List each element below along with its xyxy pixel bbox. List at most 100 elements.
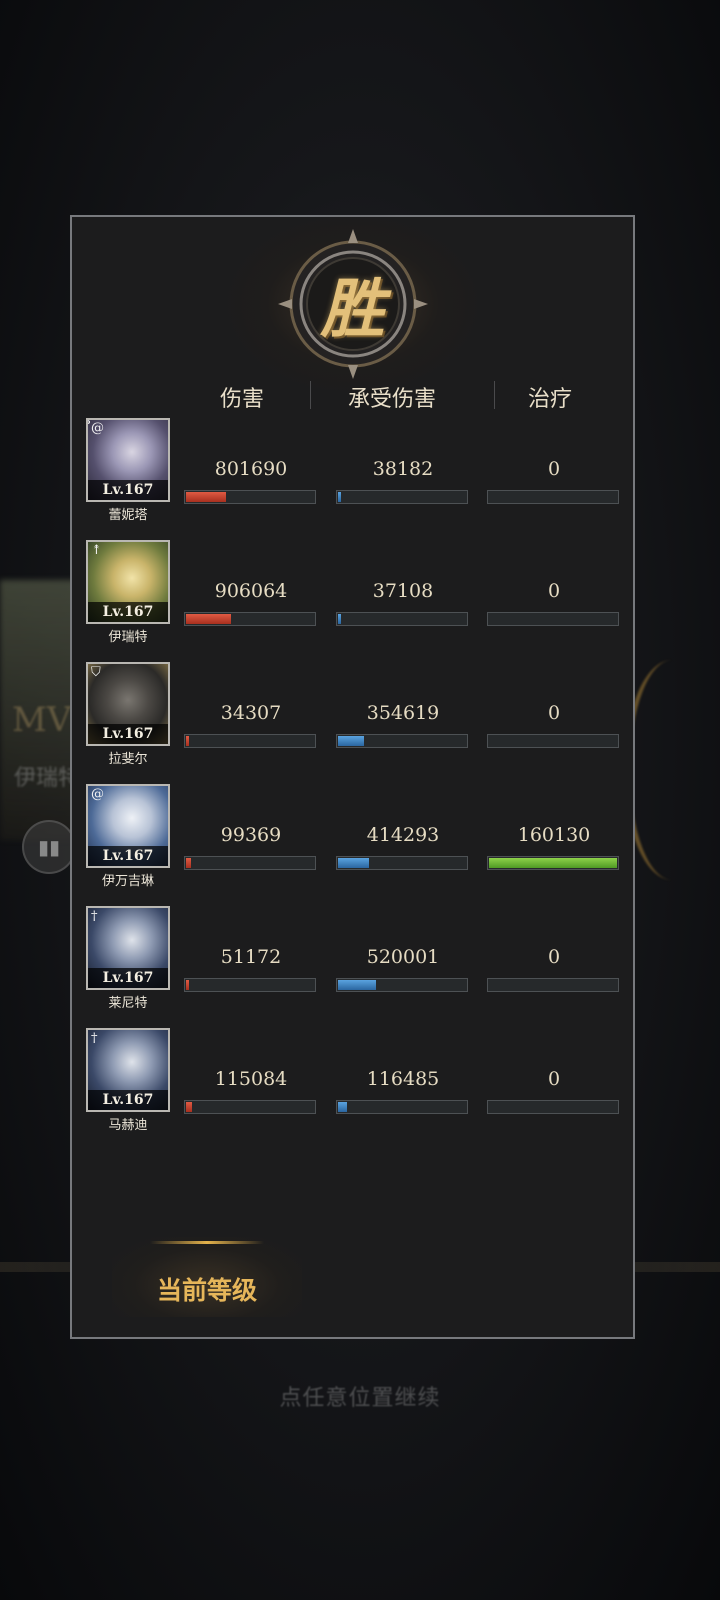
damage-taken-bar [336,856,468,870]
cross-class-icon: † [91,909,98,924]
cross-class-icon: † [91,1031,98,1046]
hero-stat-row[interactable]: ⛉ Lv.167 拉斐尔 34307 354619 0 [86,662,626,780]
damage-taken-bar-fill [338,736,364,746]
healing-bar-fill [489,858,617,868]
healing-value: 0 [547,702,561,724]
tab-active-indicator [150,1241,264,1244]
damage-bar [184,490,316,504]
hero-level: Lv.167 [88,1090,168,1110]
healing-bar [487,978,619,992]
damage-taken-value: 354619 [366,702,440,724]
hero-level: Lv.167 [88,968,168,988]
hero-stat-row[interactable]: @ Lv.167 伊万吉琳 99369 414293 160130 [86,784,626,902]
damage-taken-bar [336,490,468,504]
damage-taken-bar-fill [338,492,341,502]
hero-level: Lv.167 [88,480,168,500]
healing-cell: 0 [487,702,621,750]
damage-cell: 906064 [184,580,318,628]
hero-level: Lv.167 [88,724,168,744]
damage-bar [184,612,316,626]
hero-portrait[interactable]: @ Lv.167 [86,784,170,868]
damage-cell: 99369 [184,824,318,872]
arrow-class-icon: ↟ [91,543,102,558]
current-level-tab[interactable]: 当前等级 [112,1237,302,1317]
hero-name: 蕾妮塔 [108,508,148,523]
damage-taken-value: 520001 [366,946,440,968]
spiral-class-icon: ຶ@ [91,421,104,436]
damage-cell: 801690 [184,458,318,506]
damage-taken-bar-fill [338,1102,347,1112]
damage-taken-bar [336,734,468,748]
current-level-label: 当前等级 [156,1276,257,1305]
damage-value: 51172 [220,946,282,968]
healing-cell: 0 [487,458,621,506]
hero-portrait[interactable]: ↟ Lv.167 [86,540,170,624]
healing-cell: 0 [487,946,621,994]
hero-stat-row[interactable]: † Lv.167 莱尼特 51172 520001 0 [86,906,626,1024]
healing-bar [487,1100,619,1114]
victory-glyph: 胜 [320,272,385,347]
bar-chart-icon: ▮▮ [37,835,60,859]
hero-portrait[interactable]: ⛉ Lv.167 [86,662,170,746]
healing-value: 160130 [517,824,591,846]
damage-value: 801690 [214,458,288,480]
hero-stat-row[interactable]: ຶ@ Lv.167 蕾妮塔 801690 38182 0 [86,418,626,536]
hero-level: Lv.167 [88,846,168,866]
healing-bar [487,856,619,870]
hero-name: 伊万吉琳 [101,874,154,889]
damage-taken-cell: 116485 [336,1068,470,1116]
header-damage-taken: 承受伤害 [347,387,436,412]
hero-name: 马赫迪 [108,1118,148,1133]
damage-taken-value: 37108 [372,580,434,602]
damage-taken-value: 38182 [372,458,434,480]
damage-value: 115084 [214,1068,288,1090]
damage-value: 99369 [220,824,282,846]
damage-bar-fill [186,492,226,502]
spiral-class-icon: @ [91,787,104,802]
header-damage: 伤害 [219,387,264,412]
damage-taken-cell: 414293 [336,824,470,872]
healing-cell: 160130 [487,824,621,872]
damage-taken-cell: 520001 [336,946,470,994]
victory-emblem: 胜 [217,209,488,399]
background-mvp-label: MV [12,700,72,740]
damage-taken-bar-fill [338,980,376,990]
damage-bar [184,1100,316,1114]
healing-cell: 0 [487,1068,621,1116]
hero-portrait[interactable]: ຶ@ Lv.167 [86,418,170,502]
damage-bar-fill [186,736,189,746]
damage-taken-value: 414293 [366,824,440,846]
hero-stat-row[interactable]: † Lv.167 马赫迪 115084 116485 0 [86,1028,626,1146]
damage-taken-bar [336,1100,468,1114]
damage-taken-bar [336,978,468,992]
healing-bar [487,612,619,626]
healing-bar [487,734,619,748]
damage-taken-bar [336,612,468,626]
damage-taken-cell: 354619 [336,702,470,750]
healing-value: 0 [547,946,561,968]
hero-level: Lv.167 [88,602,168,622]
damage-cell: 51172 [184,946,318,994]
background-stats-button: ▮▮ [22,820,76,874]
healing-cell: 0 [487,580,621,628]
header-healing: 治疗 [527,387,572,412]
damage-taken-cell: 37108 [336,580,470,628]
healing-bar [487,490,619,504]
hero-portrait[interactable]: † Lv.167 [86,906,170,990]
damage-bar-fill [186,1102,192,1112]
battle-stats-panel: 胜 伤害 承受伤害 治疗 ຶ@ Lv.167 蕾妮塔 801690 38182 … [70,209,635,1339]
damage-cell: 115084 [184,1068,318,1116]
damage-taken-cell: 38182 [336,458,470,506]
hero-portrait[interactable]: † Lv.167 [86,1028,170,1112]
hero-stat-row[interactable]: ↟ Lv.167 伊瑞特 906064 37108 0 [86,540,626,658]
healing-value: 0 [547,458,561,480]
hero-name: 拉斐尔 [108,752,148,767]
tap-to-continue-hint[interactable]: 点任意位置继续 [0,1380,720,1412]
healing-value: 0 [547,580,561,602]
damage-taken-bar-fill [338,858,369,868]
background-arc-decoration [624,660,720,880]
damage-taken-bar-fill [338,614,341,624]
column-headers: 伤害 承受伤害 治疗 [180,377,620,417]
damage-bar [184,978,316,992]
damage-bar [184,734,316,748]
